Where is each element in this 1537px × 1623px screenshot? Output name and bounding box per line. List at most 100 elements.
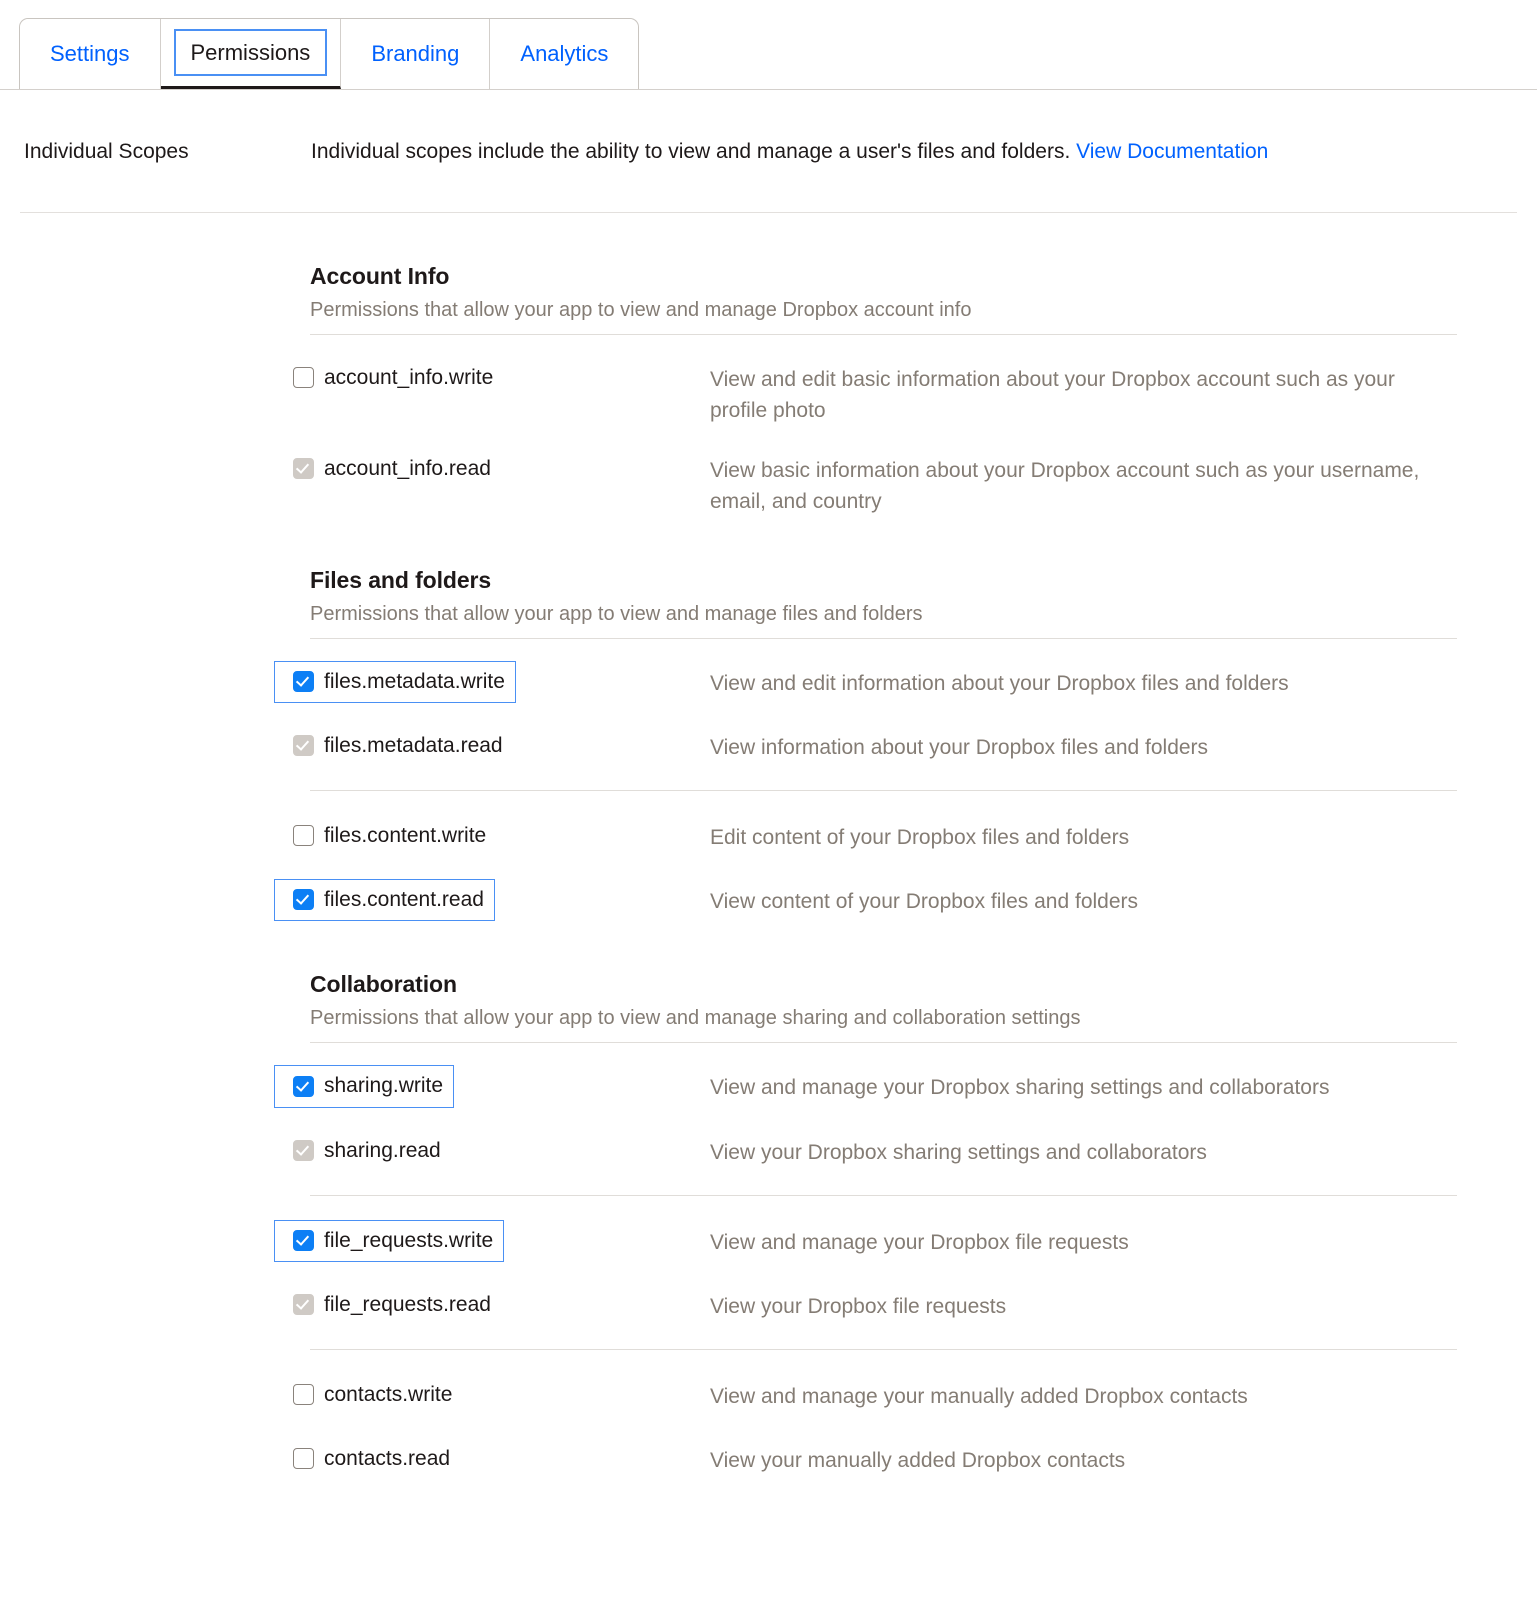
checkbox-icon [293, 1293, 314, 1315]
scope-group: account_info.write View and edit basic in… [0, 335, 1537, 517]
group-divider [310, 790, 1457, 792]
scope-toggle-files.content.write[interactable]: files.content.write [274, 815, 497, 857]
scope-row: contacts.read View your manually added Dr… [0, 1416, 1537, 1480]
scope-description: View your Dropbox file requests [710, 1294, 1007, 1318]
checkbox-icon[interactable] [293, 1383, 314, 1405]
scope-row: sharing.read View your Dropbox sharing se… [0, 1108, 1537, 1172]
checkmark-icon [295, 1141, 310, 1156]
tab-label: Branding [371, 41, 460, 66]
checkbox-icon[interactable] [293, 889, 314, 911]
checkbox-icon [293, 735, 314, 757]
individual-scopes-description: Individual scopes include the ability to… [311, 138, 1268, 166]
section-account-info: Account Info Permissions that allow your … [0, 213, 1537, 517]
scope-description: View information about your Dropbox file… [710, 736, 1209, 760]
tab-bar: Settings Permissions Branding Analytics [19, 18, 640, 89]
scope-description: View and manage your Dropbox file reques… [710, 1230, 1129, 1254]
section-title: Account Info [310, 263, 450, 290]
scope-control-cell: files.content.write [292, 815, 710, 857]
section-collaboration: Collaboration Permissions that allow your… [0, 921, 1537, 1480]
scope-row: files.content.write Edit content of your … [0, 793, 1537, 857]
scope-toggle-file_requests.write[interactable]: file_requests.write [274, 1219, 505, 1262]
tab-label: Settings [50, 41, 130, 66]
scope-row: file_requests.write View and manage your … [0, 1198, 1537, 1262]
group-divider [310, 1348, 1457, 1350]
checkbox-icon[interactable] [293, 671, 314, 693]
scope-toggle-files.metadata.read: files.metadata.read [274, 725, 514, 767]
tab-label: Analytics [520, 41, 609, 66]
section-header: Account Info Permissions that allow your … [310, 263, 1457, 336]
scope-description: View and manage your manually added Drop… [710, 1384, 1248, 1408]
scope-control-cell: account_info.read [292, 448, 710, 490]
scope-name: account_info.write [324, 366, 494, 390]
scope-control-cell: file_requests.write [274, 1219, 710, 1262]
scope-group: sharing.write View and manage your Dropbo… [0, 1043, 1537, 1171]
section-title: Collaboration [310, 971, 457, 998]
group-divider [310, 1194, 1457, 1196]
individual-scopes-description-text: Individual scopes include the ability to… [311, 140, 1071, 163]
scope-row: file_requests.read View your Dropbox file… [0, 1262, 1537, 1326]
tab-branding[interactable]: Branding [341, 19, 491, 89]
checkbox-icon[interactable] [293, 1447, 314, 1469]
tab-permissions[interactable]: Permissions [160, 19, 342, 89]
checkbox-icon[interactable] [293, 1229, 314, 1251]
checkbox-icon[interactable] [293, 825, 314, 847]
tab-settings[interactable]: Settings [20, 19, 161, 89]
scope-control-cell: files.content.read [274, 879, 710, 922]
scope-row: files.metadata.write View and edit inform… [0, 639, 1537, 704]
scope-toggle-sharing.read: sharing.read [274, 1130, 452, 1172]
scope-toggle-contacts.write[interactable]: contacts.write [274, 1374, 463, 1416]
scope-description: Edit content of your Dropbox files and f… [710, 826, 1130, 850]
section-files-and-folders: Files and folders Permissions that allow … [0, 517, 1537, 922]
scope-name: contacts.write [324, 1382, 453, 1406]
scope-row: contacts.write View and manage your manua… [0, 1352, 1537, 1416]
scope-description: View and edit information about your Dro… [710, 672, 1289, 696]
scope-group: files.metadata.write View and edit inform… [0, 639, 1537, 767]
section-header: Files and folders Permissions that allow … [310, 567, 1457, 640]
section-subtitle: Permissions that allow your app to view … [310, 603, 923, 626]
scope-name: contacts.read [324, 1446, 451, 1470]
scope-toggle-files.metadata.write[interactable]: files.metadata.write [274, 661, 516, 704]
scope-toggle-sharing.write[interactable]: sharing.write [274, 1065, 455, 1108]
scope-description: View basic information about your Dropbo… [710, 459, 1420, 513]
checkbox-icon [293, 1139, 314, 1161]
scope-name: file_requests.write [324, 1228, 494, 1252]
scope-description: View your manually added Dropbox contact… [710, 1448, 1126, 1472]
scope-control-cell: sharing.write [274, 1065, 710, 1108]
scope-toggle-account_info.write[interactable]: account_info.write [274, 357, 504, 399]
scope-toggle-files.content.read[interactable]: files.content.read [274, 879, 495, 922]
checkmark-icon [295, 891, 310, 906]
scope-row: files.metadata.read View information abou… [0, 703, 1537, 767]
tab-analytics[interactable]: Analytics [490, 19, 639, 89]
scope-description: View and edit basic information about yo… [710, 368, 1395, 422]
scope-control-cell: file_requests.read [292, 1284, 710, 1326]
scope-description: View and manage your Dropbox sharing set… [710, 1076, 1330, 1100]
scope-name: files.content.write [324, 824, 487, 848]
checkbox-icon [293, 458, 314, 480]
checkmark-icon [295, 673, 310, 687]
scope-description: View content of your Dropbox files and f… [710, 890, 1139, 914]
checkmark-icon [295, 1231, 310, 1246]
scope-name: file_requests.read [324, 1292, 491, 1316]
scope-toggle-file_requests.read: file_requests.read [274, 1284, 502, 1326]
checkmark-icon [295, 1295, 310, 1310]
checkbox-icon[interactable] [293, 1075, 314, 1097]
scope-toggle-contacts.read[interactable]: contacts.read [274, 1438, 461, 1480]
scope-row: account_info.read View basic information … [0, 426, 1537, 517]
checkbox-icon[interactable] [293, 367, 314, 389]
section-title: Files and folders [310, 567, 492, 594]
scope-name: files.content.read [324, 888, 484, 912]
scope-group: files.content.write Edit content of your … [0, 793, 1537, 922]
scope-row: files.content.read View content of your D… [0, 857, 1537, 922]
scope-group: file_requests.write View and manage your … [0, 1198, 1537, 1326]
view-documentation-link[interactable]: View Documentation [1076, 140, 1268, 163]
scope-control-cell: contacts.read [292, 1438, 710, 1480]
scope-toggle-account_info.read: account_info.read [274, 448, 502, 490]
scope-row: account_info.write View and edit basic in… [0, 335, 1537, 426]
individual-scopes-label: Individual Scopes [24, 140, 189, 163]
scope-row: sharing.write View and manage your Dropbo… [0, 1043, 1537, 1108]
scope-control-cell: files.metadata.write [274, 661, 710, 704]
scope-control-cell: account_info.write [292, 357, 710, 399]
checkmark-icon [295, 1077, 310, 1092]
scope-control-cell: contacts.write [292, 1374, 710, 1416]
scope-description: View your Dropbox sharing settings and c… [710, 1140, 1207, 1164]
